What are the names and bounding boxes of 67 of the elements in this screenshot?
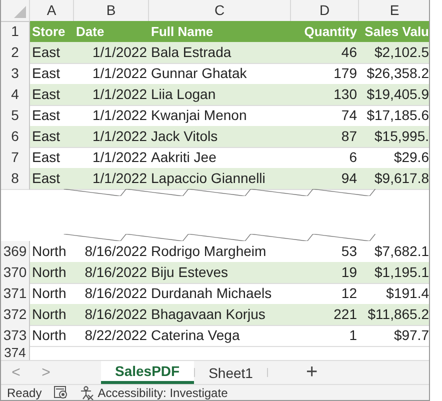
table-cell: 1/1/2022 bbox=[74, 42, 149, 64]
table-cell: 1 bbox=[291, 325, 359, 348]
table-cell: North bbox=[30, 262, 74, 284]
table-cell: North bbox=[30, 304, 74, 326]
header-cell: Quantity bbox=[291, 21, 359, 43]
table-cell: 8/16/2022 bbox=[74, 262, 149, 284]
table-cell: East bbox=[30, 168, 74, 190]
triangle-icon bbox=[14, 6, 26, 18]
table-cell: Jack Vitols bbox=[149, 126, 291, 148]
table-cell: 94 bbox=[291, 168, 359, 190]
row-number[interactable]: 3 bbox=[1, 63, 30, 85]
table-cell: 8/16/2022 bbox=[74, 304, 149, 326]
macro-recording-icon[interactable] bbox=[54, 386, 68, 400]
row-number[interactable]: 373 bbox=[1, 325, 30, 348]
table-cell: East bbox=[30, 84, 74, 106]
table-cell: 1/1/2022 bbox=[74, 84, 149, 106]
status-text: Ready bbox=[7, 386, 42, 400]
table-cell: Lapaccio Giannelli bbox=[149, 168, 291, 190]
table-cell: 8/22/2022 bbox=[74, 325, 149, 348]
table-cell: $2,102.5 bbox=[359, 42, 429, 64]
new-sheet-button[interactable]: + bbox=[298, 361, 326, 384]
accessibility-icon bbox=[80, 386, 94, 400]
table-cell: East bbox=[30, 42, 74, 64]
row-number[interactable]: 7 bbox=[1, 147, 30, 169]
table-cell: Liia Logan bbox=[149, 84, 291, 106]
sheet-tab[interactable]: SalesPDF bbox=[101, 361, 194, 384]
table-cell: 221 bbox=[291, 304, 359, 326]
table-cell: 46 bbox=[291, 42, 359, 64]
table-cell: $9,617.8 bbox=[359, 168, 429, 190]
row-number[interactable]: 8 bbox=[1, 168, 30, 190]
header-cell: Store bbox=[30, 21, 74, 43]
table-cell: 1/1/2022 bbox=[74, 126, 149, 148]
table-cell: 1/1/2022 bbox=[74, 168, 149, 190]
table-cell: $11,865.2 bbox=[359, 304, 429, 326]
table-cell: 130 bbox=[291, 84, 359, 106]
row-number[interactable]: 4 bbox=[1, 84, 30, 106]
table-cell: $19,405.9 bbox=[359, 84, 429, 106]
column-header[interactable]: D bbox=[291, 0, 359, 22]
column-header[interactable]: E bbox=[359, 0, 429, 22]
table-cell: $97.7 bbox=[359, 325, 429, 348]
row-number[interactable]: 371 bbox=[1, 283, 30, 306]
table-cell: 19 bbox=[291, 262, 359, 284]
table-cell: Bala Estrada bbox=[149, 42, 291, 64]
row-number[interactable]: 1 bbox=[1, 21, 30, 43]
header-cell: Full Name bbox=[149, 21, 291, 43]
header-cell: Date bbox=[74, 21, 149, 43]
table-cell: Bhagavaan Korjus bbox=[149, 304, 291, 326]
header-cell: Sales Valu bbox=[359, 21, 429, 43]
sheet-tab[interactable]: Sheet1 bbox=[194, 361, 267, 384]
row-number[interactable]: 369 bbox=[1, 241, 30, 264]
row-number[interactable]: 374 bbox=[1, 346, 30, 362]
table-cell: 87 bbox=[291, 126, 359, 148]
table-cell: $1,195.1 bbox=[359, 262, 429, 284]
column-header[interactable]: C bbox=[149, 0, 291, 22]
column-header[interactable]: B bbox=[74, 0, 149, 22]
row-number[interactable]: 370 bbox=[1, 262, 30, 284]
table-cell: East bbox=[30, 126, 74, 148]
row-number[interactable]: 372 bbox=[1, 304, 30, 326]
accessibility-button[interactable]: Accessibility: Investigate bbox=[80, 386, 228, 400]
table-cell: $15,995. bbox=[359, 126, 429, 148]
row-number[interactable]: 5 bbox=[1, 105, 30, 127]
table-cell: Biju Esteves bbox=[149, 262, 291, 284]
table-cell: Caterina Vega bbox=[149, 325, 291, 348]
row-number[interactable]: 6 bbox=[1, 126, 30, 148]
column-header[interactable]: A bbox=[30, 0, 74, 22]
row-number[interactable]: 2 bbox=[1, 42, 30, 64]
table-cell: North bbox=[30, 325, 74, 348]
